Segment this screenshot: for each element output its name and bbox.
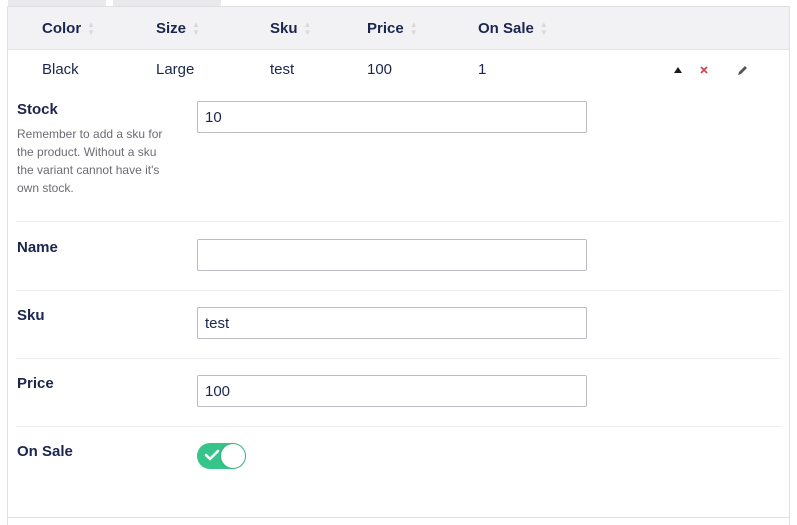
column-header-label: Color (42, 20, 82, 37)
on-sale-row: On Sale (16, 443, 781, 495)
column-header-label: Sku (270, 20, 298, 37)
name-row: Name (16, 239, 781, 291)
stock-label: Stock (17, 101, 58, 118)
pencil-icon[interactable] (735, 63, 749, 77)
stock-help-text: Remember to add a sku for the product. W… (17, 127, 163, 195)
table-header: Color ▲ ▼ Size ▲ ▼ Sku ▲ ▼ Price ▲ ▼ On Sale ▲ ▼ (8, 7, 789, 50)
sku-row: Sku (16, 307, 781, 359)
sort-icon: ▲ ▼ (539, 20, 548, 38)
column-header-price[interactable]: Price ▲ ▼ (367, 7, 418, 50)
name-label: Name (17, 239, 58, 256)
close-icon[interactable] (697, 63, 711, 77)
sort-icon: ▲ ▼ (192, 20, 200, 38)
column-header-size[interactable]: Size ▲ ▼ (156, 7, 200, 50)
column-header-sku[interactable]: Sku ▲ ▼ (270, 7, 311, 50)
toggle-knob (221, 444, 245, 468)
column-header-color[interactable]: Color ▲ ▼ (42, 7, 95, 50)
column-header-label: Price (367, 20, 404, 37)
check-icon (204, 449, 220, 461)
sort-icon: ▲ ▼ (303, 20, 312, 38)
stock-input[interactable] (197, 101, 587, 133)
on-sale-toggle[interactable] (197, 443, 246, 469)
price-label: Price (17, 375, 54, 392)
price-row: Price (16, 375, 781, 427)
table-row[interactable]: Black Large test 100 1 (8, 51, 789, 89)
column-header-label: Size (156, 20, 187, 37)
column-header-label: On Sale (478, 20, 534, 37)
row-actions (8, 51, 789, 89)
variants-panel: Color ▲ ▼ Size ▲ ▼ Sku ▲ ▼ Price ▲ ▼ On Sale ▲ ▼ B… (7, 6, 790, 525)
sort-icon: ▲ ▼ (87, 20, 96, 38)
stock-row: Stock Remember to add a sku for the prod… (16, 101, 781, 222)
divider (8, 517, 789, 518)
sku-input[interactable] (197, 307, 587, 339)
column-header-on-sale[interactable]: On Sale ▲ ▼ (478, 7, 548, 50)
sort-icon: ▲ ▼ (409, 20, 418, 38)
price-input[interactable] (197, 375, 587, 407)
on-sale-label: On Sale (17, 443, 73, 460)
triangle-up-icon[interactable] (671, 63, 685, 77)
sku-label: Sku (17, 307, 45, 324)
name-input[interactable] (197, 239, 587, 271)
